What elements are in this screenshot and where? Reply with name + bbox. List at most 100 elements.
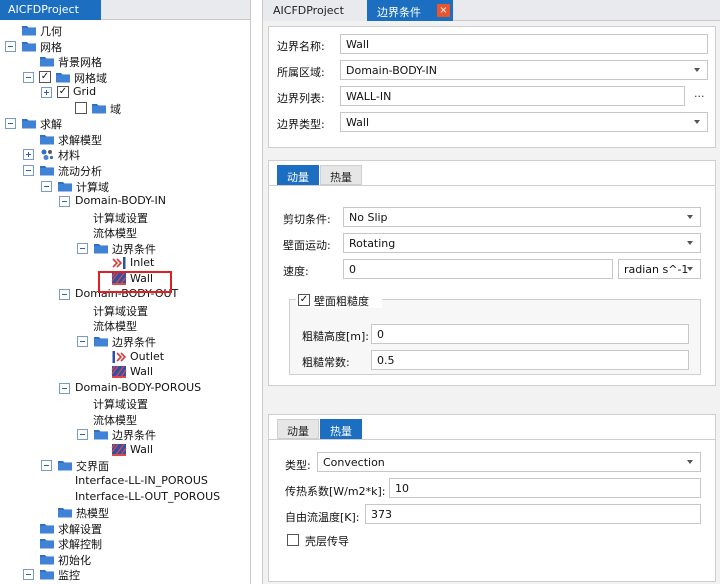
tree-item[interactable]: 热模型 — [0, 504, 250, 520]
tree-item[interactable]: 材料 — [0, 146, 250, 162]
tree-item[interactable]: 流体模型 — [0, 411, 250, 427]
roughness-height-label: 粗糙高度[m]: — [302, 330, 370, 343]
tree-item[interactable]: Domain-BODY-POROUS — [0, 380, 250, 396]
shell-conduction-checkbox[interactable] — [287, 534, 299, 546]
tree-item[interactable]: 流体模型 — [0, 317, 250, 333]
tree-item[interactable]: 流体模型 — [0, 224, 250, 240]
folder-icon — [39, 536, 55, 550]
boundary-type-select[interactable]: Wall — [340, 112, 708, 132]
tree-checkbox[interactable]: ✓ — [39, 70, 51, 83]
speed-unit-select[interactable]: radian s^-1 — [618, 259, 701, 279]
inlet-icon — [111, 256, 127, 270]
tree-checkbox[interactable] — [75, 101, 87, 114]
collapse-minus-icon[interactable] — [77, 336, 88, 347]
tab-boundary-condition[interactable]: 边界条件 × — [367, 0, 453, 21]
tree-item[interactable]: 网格 — [0, 38, 250, 54]
tree-item[interactable]: 边界条件 — [0, 333, 250, 349]
boundary-list-input[interactable]: WALL-IN — [340, 86, 685, 106]
tree-item[interactable]: 计算域设置 — [0, 395, 250, 411]
wall-motion-select[interactable]: Rotating — [343, 233, 701, 253]
folder-icon — [93, 334, 109, 348]
tree-item[interactable]: 背景网格 — [0, 53, 250, 69]
tree-item-label: Wall — [130, 365, 154, 379]
roughness-legend: ✓ 壁面粗糙度 — [296, 292, 382, 308]
collapse-minus-icon[interactable] — [59, 196, 70, 208]
roughness-checkbox[interactable]: ✓ — [298, 294, 310, 306]
outlet-icon — [111, 350, 127, 364]
collapse-minus-icon[interactable] — [5, 40, 16, 52]
tree-item[interactable]: 域 — [0, 100, 250, 116]
region-label: 所属区域: — [277, 66, 325, 79]
tree-item[interactable]: 初始化 — [0, 551, 250, 567]
collapse-minus-icon[interactable] — [77, 242, 88, 254]
boundary-list-browse-button[interactable]: ... — [694, 87, 705, 100]
roughness-height-input[interactable]: 0 — [371, 324, 689, 344]
tab-aicfd-project[interactable]: AICFDProject — [263, 0, 367, 21]
tab-boundary-condition-label: 边界条件 — [377, 6, 421, 19]
expand-plus-icon[interactable] — [23, 149, 34, 161]
tree-item[interactable]: Outlet — [0, 349, 250, 365]
boundary-name-input[interactable]: Wall — [340, 34, 708, 54]
tree-item-label: Grid — [73, 85, 97, 99]
wall-motion-label: 壁面运动: — [283, 239, 331, 252]
tree-item[interactable]: 几何 — [0, 22, 250, 38]
tab-aicfd-project-tree[interactable]: AICFDProject — [0, 0, 101, 20]
boundary-general-group: 边界名称: Wall 所属区域: Domain-BODY-IN 边界列表: WA… — [268, 26, 716, 148]
collapse-minus-icon[interactable] — [23, 569, 34, 581]
boundary-editor-panel: AICFDProject 边界条件 × 边界名称: Wall 所属区域: Dom… — [262, 0, 720, 584]
collapse-minus-icon[interactable] — [41, 180, 52, 192]
expand-plus-icon[interactable] — [41, 87, 52, 99]
folder-icon — [39, 163, 55, 177]
roughness-constant-input[interactable]: 0.5 — [371, 350, 689, 370]
tree-item-label: Wall — [130, 442, 154, 456]
tab-momentum-2[interactable]: 动量 — [277, 419, 319, 439]
close-icon[interactable]: × — [437, 4, 450, 17]
tree-item[interactable]: 计算域设置 — [0, 209, 250, 225]
folder-icon — [39, 521, 55, 535]
speed-input[interactable]: 0 — [343, 259, 613, 279]
tree-item[interactable]: 边界条件 — [0, 426, 250, 442]
tree-item[interactable]: 边界条件 — [0, 240, 250, 256]
tree-item-label: Inlet — [130, 256, 155, 270]
heat-coefficient-label: 传热系数[W/m2*k]: — [285, 485, 386, 498]
collapse-minus-icon[interactable] — [23, 71, 34, 83]
tree-item[interactable]: 交界面 — [0, 457, 250, 473]
tree-item[interactable]: ✓ 网格域 — [0, 69, 250, 85]
tab-heat[interactable]: 热量 — [320, 165, 362, 185]
heat-tab-divider — [269, 439, 715, 440]
tree-item-label: Outlet — [130, 349, 165, 363]
tree-item[interactable]: 求解设置 — [0, 520, 250, 536]
tab-heat-2[interactable]: 热量 — [320, 419, 362, 439]
tree-item[interactable]: 求解模型 — [0, 131, 250, 147]
tree-item[interactable]: 求解控制 — [0, 535, 250, 551]
region-select[interactable]: Domain-BODY-IN — [340, 60, 708, 80]
tree-item[interactable]: ✓ Grid — [0, 84, 250, 100]
tab-momentum[interactable]: 动量 — [277, 165, 319, 185]
tree-item[interactable]: 求解 — [0, 115, 250, 131]
collapse-minus-icon[interactable] — [23, 164, 34, 176]
tree-item[interactable]: Domain-BODY-IN — [0, 193, 250, 209]
heat-coefficient-input[interactable]: 10 — [389, 478, 701, 498]
collapse-minus-icon[interactable] — [41, 460, 52, 472]
collapse-minus-icon[interactable] — [59, 382, 70, 394]
collapse-minus-icon[interactable] — [77, 429, 88, 441]
tree-item[interactable]: Interface-LL-IN_POROUS — [0, 473, 250, 489]
tree-item[interactable]: Interface-LL-OUT_POROUS — [0, 489, 250, 505]
tree-item-label: 监控 — [58, 569, 80, 583]
tree-item[interactable]: Wall — [0, 442, 250, 458]
collapse-minus-icon[interactable] — [59, 289, 70, 301]
heat-type-select[interactable]: Convection — [317, 452, 701, 472]
wall-highlight-box — [98, 271, 172, 293]
tree-checkbox[interactable]: ✓ — [57, 86, 69, 99]
collapse-minus-icon[interactable] — [5, 118, 16, 130]
boundary-list-label: 边界列表: — [277, 92, 325, 105]
tree-item[interactable]: Inlet — [0, 255, 250, 271]
tree-item[interactable]: 计算域设置 — [0, 302, 250, 318]
tree-item[interactable]: 计算域 — [0, 178, 250, 194]
tree-item[interactable]: 监控 — [0, 566, 250, 583]
tree-item[interactable]: Wall — [0, 364, 250, 380]
freestream-temp-input[interactable]: 373 — [365, 504, 701, 524]
heat-settings-group: 动量 热量 类型: Convection 传热系数[W/m2*k]: 10 自由… — [268, 414, 716, 582]
tree-item[interactable]: 流动分析 — [0, 162, 250, 178]
shear-condition-select[interactable]: No Slip — [343, 207, 701, 227]
